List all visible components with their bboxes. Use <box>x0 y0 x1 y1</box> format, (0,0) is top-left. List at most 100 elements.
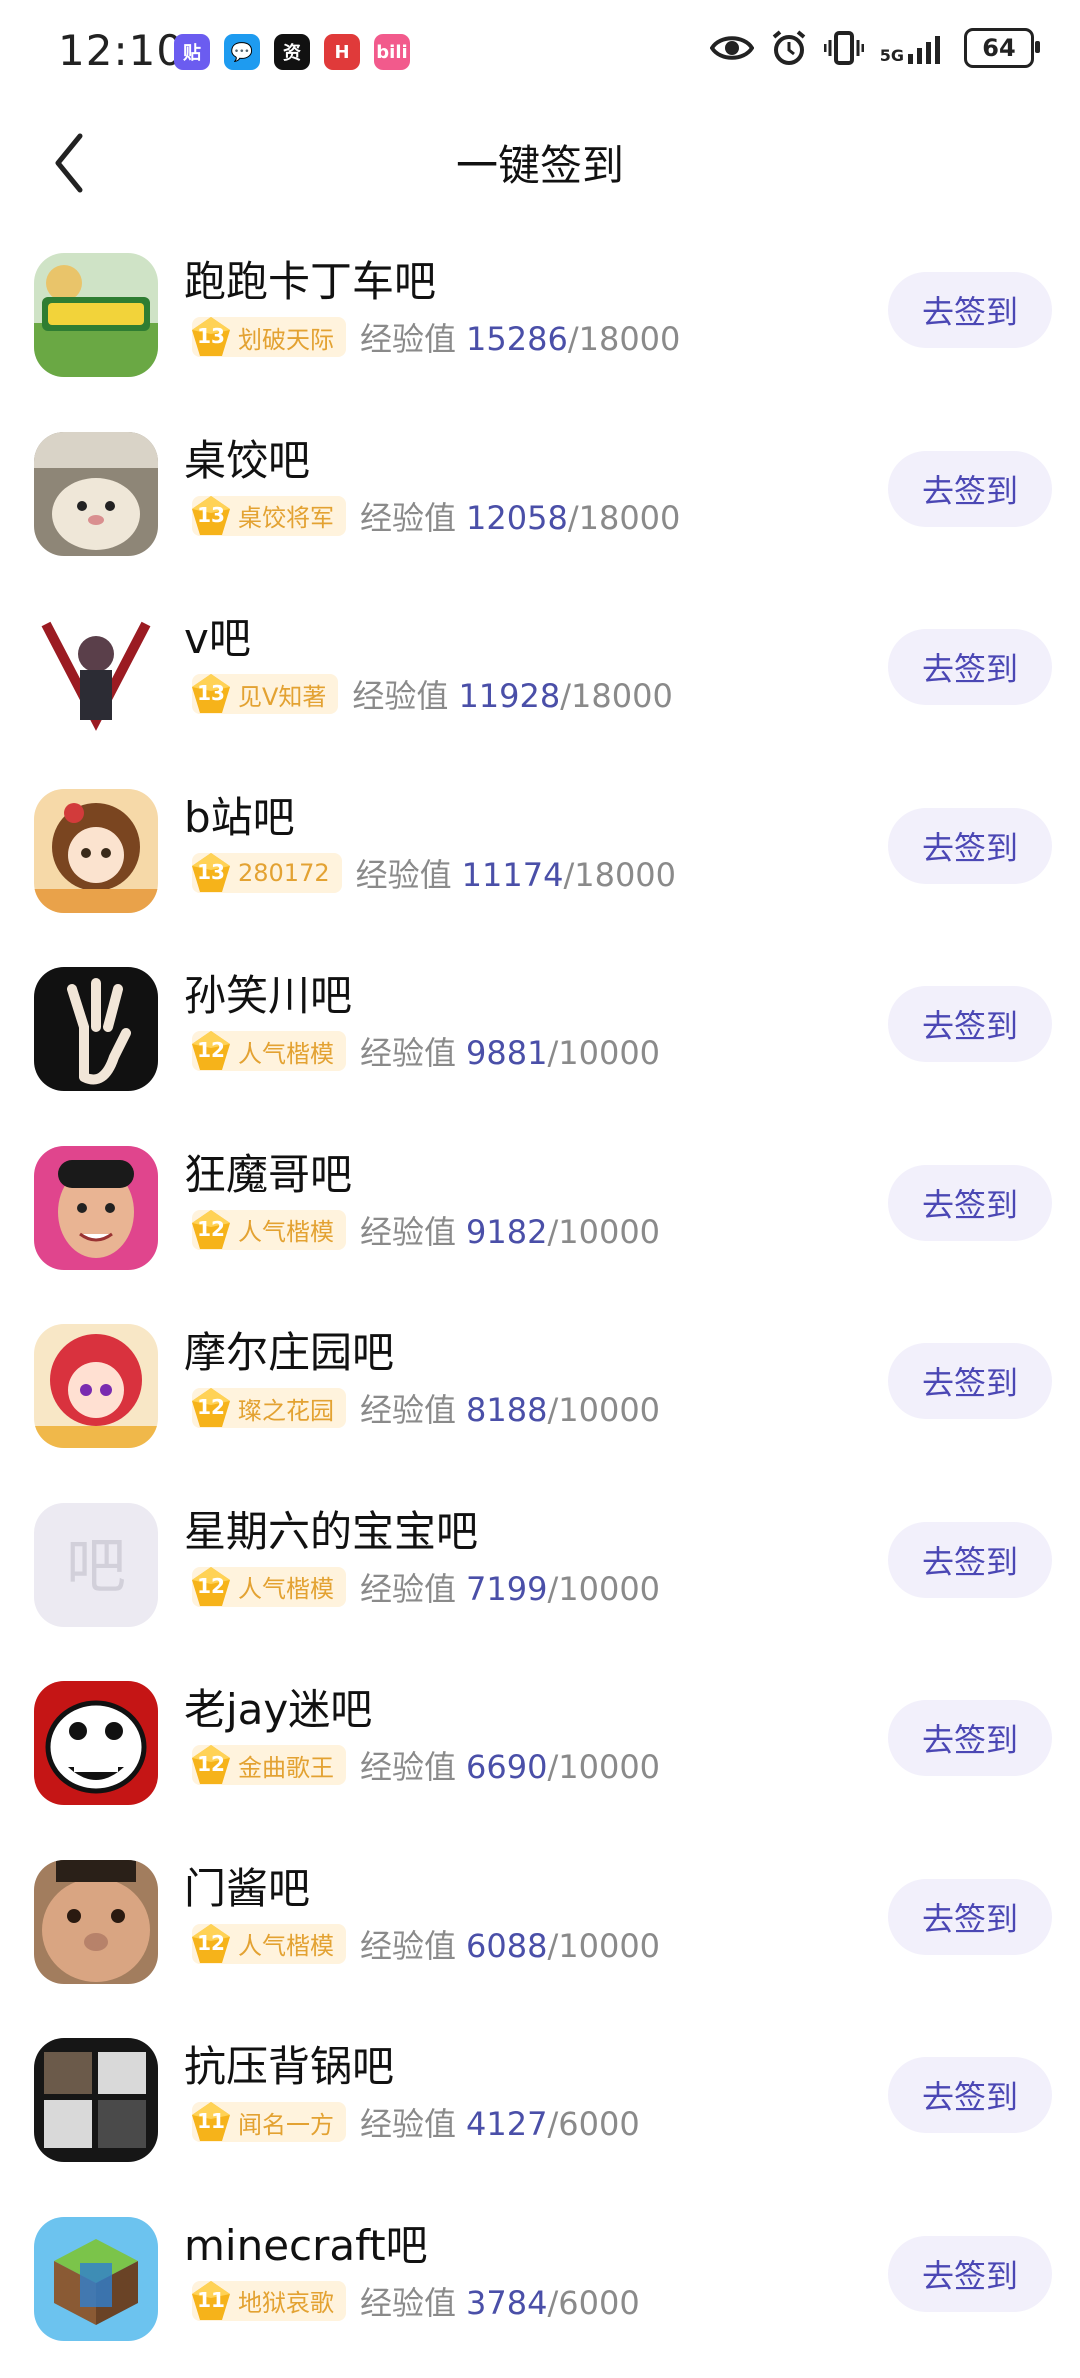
exp-label: 经验值 <box>352 677 448 715</box>
exp-info: 经验值15286/18000 <box>360 314 680 360</box>
forum-name[interactable]: 门酱吧 <box>184 1855 310 1916</box>
exp-total: /10000 <box>547 1391 660 1429</box>
forum-name[interactable]: 狂魔哥吧 <box>184 1141 352 1202</box>
forum-row[interactable]: minecraft吧11地狱哀歌经验值3784/6000去签到 <box>0 2200 1080 2378</box>
forum-row[interactable]: 狂魔哥吧 12人气楷模经验值9182/10000 去签到 <box>0 1129 1080 1308</box>
forum-avatar[interactable]: 吧 <box>34 1503 158 1627</box>
forum-row[interactable]: 门酱吧 12人气楷模经验值6088/10000 去签到 <box>0 1843 1080 2022</box>
level-badge: 11闻名一方 <box>192 2102 346 2142</box>
network-type: 5G <box>880 48 904 64</box>
level-title: 人气楷模 <box>238 1212 334 1247</box>
forum-row[interactable]: 老jay迷吧12金曲歌王经验值6690/10000去签到 <box>0 1664 1080 1843</box>
sign-in-button[interactable]: 去签到 <box>888 1343 1052 1419</box>
forum-name[interactable]: b站吧 <box>184 784 295 845</box>
forum-name[interactable]: 星期六的宝宝吧 <box>184 1498 478 1559</box>
sign-in-button[interactable]: 去签到 <box>888 808 1052 884</box>
forum-name[interactable]: 摩尔庄园吧 <box>184 1319 394 1380</box>
exp-current: 3784 <box>466 2284 547 2322</box>
forum-avatar[interactable] <box>34 253 158 377</box>
level-gem-icon: 12 <box>188 1207 234 1253</box>
exp-label: 经验值 <box>360 1748 456 1786</box>
status-time: 12:10 <box>58 26 184 75</box>
exp-current: 6088 <box>466 1927 547 1965</box>
exp-total: /10000 <box>547 1034 660 1072</box>
forum-name[interactable]: minecraft吧 <box>184 2212 428 2273</box>
sign-in-button[interactable]: 去签到 <box>888 272 1052 348</box>
news-icon: 资 <box>274 34 310 70</box>
forum-avatar[interactable] <box>34 2038 158 2162</box>
forum-meta: 12人气楷模经验值9182/10000 <box>192 1207 660 1253</box>
exp-label: 经验值 <box>360 1391 456 1429</box>
level-badge: 12人气楷模 <box>192 1210 346 1250</box>
exp-label: 经验值 <box>356 856 452 894</box>
level-gem-icon: 13 <box>188 671 234 717</box>
exp-label: 经验值 <box>360 320 456 358</box>
forum-name[interactable]: 孙笑川吧 <box>184 962 352 1023</box>
exp-current: 11928 <box>458 677 560 715</box>
forum-row[interactable]: b站吧13280172经验值11174/18000去签到 <box>0 772 1080 951</box>
forum-row[interactable]: 跑跑卡丁车吧13划破天际经验值15286/18000去签到 <box>0 236 1080 415</box>
bilibili-icon: bili <box>374 34 410 70</box>
signal-icon <box>908 32 948 64</box>
forum-avatar[interactable] <box>34 1324 158 1448</box>
forum-row[interactable]: v吧13见V知著经验值11928/18000去签到 <box>0 593 1080 772</box>
exp-info: 经验值6690/10000 <box>360 1742 660 1788</box>
forum-avatar[interactable] <box>34 1681 158 1805</box>
level-gem-icon: 12 <box>188 1921 234 1967</box>
forum-name[interactable]: v吧 <box>184 605 251 666</box>
level-gem-icon: 12 <box>188 1742 234 1788</box>
network-indicator: 5G <box>880 32 948 64</box>
sign-in-button[interactable]: 去签到 <box>888 1522 1052 1598</box>
exp-total: /10000 <box>547 1570 660 1608</box>
forum-avatar[interactable] <box>34 789 158 913</box>
forum-row[interactable]: 摩尔庄园吧12璨之花园经验值8188/10000去签到 <box>0 1307 1080 1486</box>
sign-in-button[interactable]: 去签到 <box>888 451 1052 527</box>
level-number: 13 <box>188 314 234 358</box>
vibrate-icon <box>824 30 864 66</box>
exp-info: 经验值12058/18000 <box>360 493 680 539</box>
exp-current: 7199 <box>466 1570 547 1608</box>
forum-name[interactable]: 桌饺吧 <box>184 427 310 488</box>
sign-in-button[interactable]: 去签到 <box>888 2236 1052 2312</box>
exp-current: 11174 <box>462 856 564 894</box>
forum-avatar[interactable] <box>34 432 158 556</box>
sign-in-button[interactable]: 去签到 <box>888 2057 1052 2133</box>
exp-current: 15286 <box>466 320 568 358</box>
level-title: 划破天际 <box>238 320 334 355</box>
forum-meta: 12人气楷模经验值6088/10000 <box>192 1921 660 1967</box>
exp-info: 经验值4127/6000 <box>360 2099 640 2145</box>
forum-avatar[interactable] <box>34 610 158 734</box>
level-number: 11 <box>188 2278 234 2322</box>
level-number: 11 <box>188 2099 234 2143</box>
forum-row[interactable]: 吧星期六的宝宝吧12人气楷模经验值7199/10000去签到 <box>0 1486 1080 1665</box>
forum-avatar[interactable] <box>34 1146 158 1270</box>
forum-avatar[interactable] <box>34 1860 158 1984</box>
forum-name[interactable]: 跑跑卡丁车吧 <box>184 248 436 309</box>
exp-info: 经验值11174/18000 <box>356 850 676 896</box>
level-badge: 12人气楷模 <box>192 1567 346 1607</box>
forum-name[interactable]: 老jay迷吧 <box>184 1676 372 1737</box>
sign-in-button[interactable]: 去签到 <box>888 629 1052 705</box>
level-badge: 12璨之花园 <box>192 1388 346 1428</box>
forum-name[interactable]: 抗压背锅吧 <box>184 2033 394 2094</box>
level-title: 人气楷模 <box>238 1034 334 1069</box>
forum-row[interactable]: 孙笑川吧12人气楷模经验值9881/10000去签到 <box>0 950 1080 1129</box>
forum-row[interactable]: 抗压背锅吧 11闻名一方经验值4127/6000 去签到 <box>0 2021 1080 2200</box>
forum-row[interactable]: 桌饺吧13桌饺将军经验值12058/18000去签到 <box>0 415 1080 594</box>
exp-info: 经验值9881/10000 <box>360 1028 660 1074</box>
level-title: 桌饺将军 <box>238 498 334 533</box>
sign-in-button[interactable]: 去签到 <box>888 1165 1052 1241</box>
forum-avatar[interactable] <box>34 2217 158 2341</box>
forum-avatar[interactable] <box>34 967 158 1091</box>
level-title: 璨之花园 <box>238 1391 334 1426</box>
level-title: 280172 <box>238 859 330 887</box>
sign-in-button[interactable]: 去签到 <box>888 986 1052 1062</box>
sign-in-button[interactable]: 去签到 <box>888 1879 1052 1955</box>
exp-total: /10000 <box>547 1748 660 1786</box>
level-badge: 12人气楷模 <box>192 1924 346 1964</box>
exp-total: /6000 <box>547 2105 639 2143</box>
svg-text:吧: 吧 <box>66 1532 126 1602</box>
level-badge: 11地狱哀歌 <box>192 2281 346 2321</box>
forum-meta: 11闻名一方经验值4127/6000 <box>192 2099 640 2145</box>
sign-in-button[interactable]: 去签到 <box>888 1700 1052 1776</box>
